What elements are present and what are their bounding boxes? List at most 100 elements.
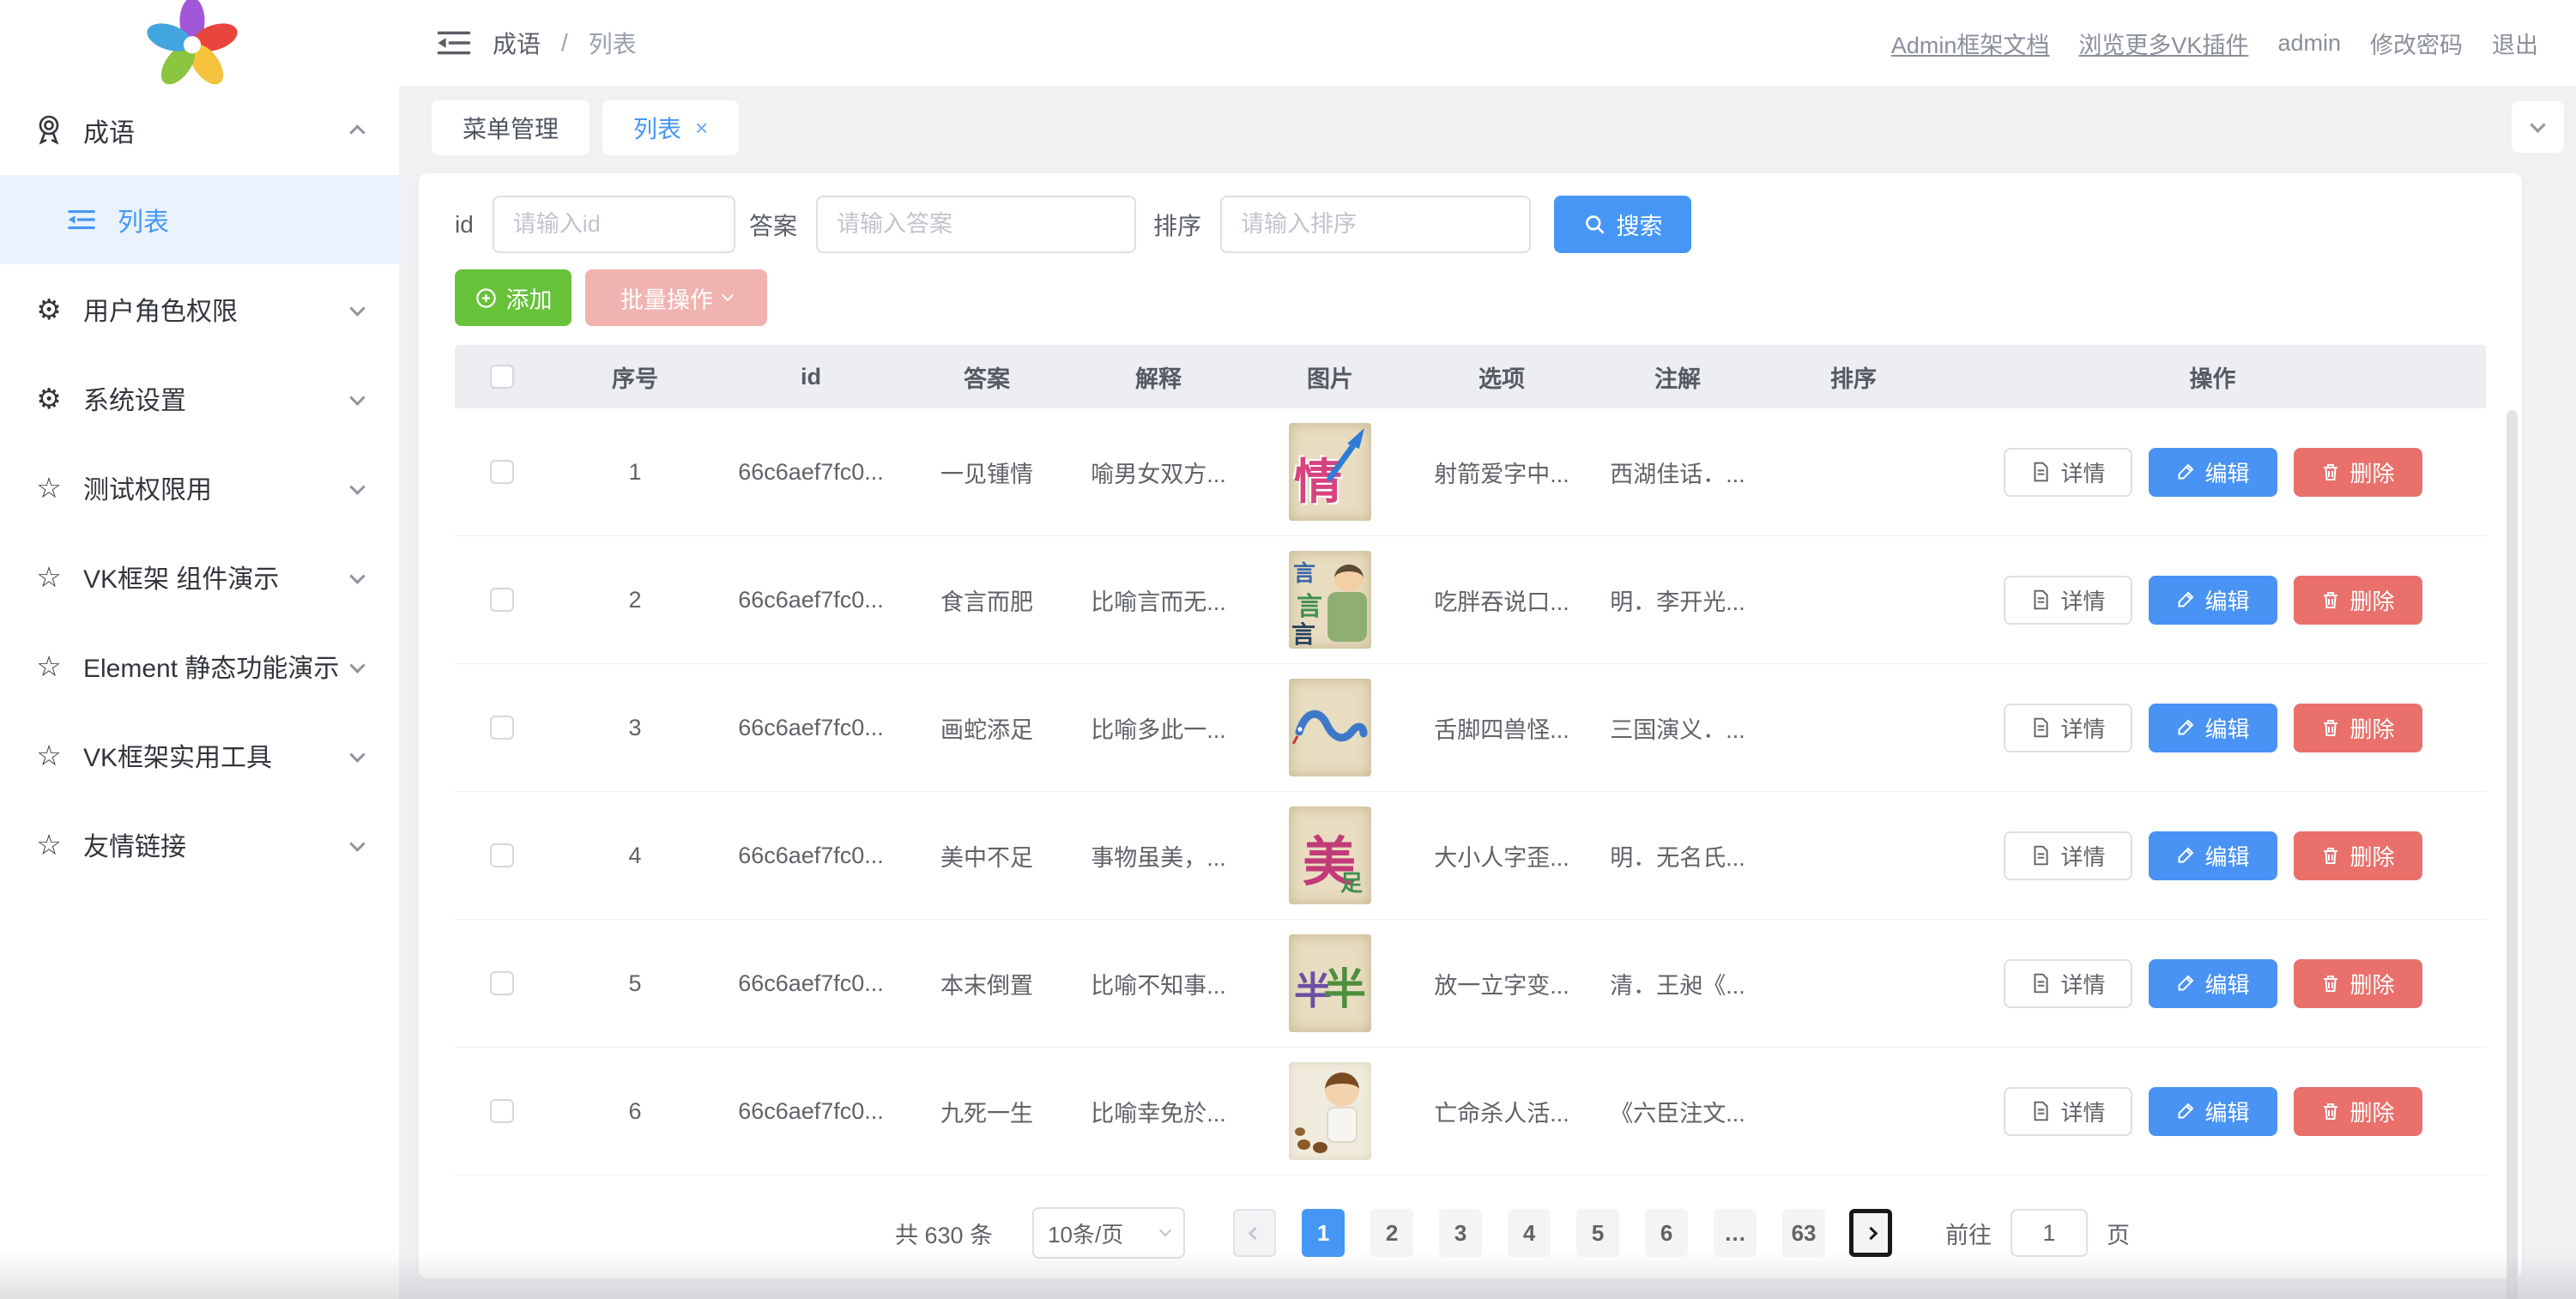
detail-button[interactable]: 详情 — [2004, 1087, 2132, 1136]
search-input-2[interactable] — [816, 196, 1136, 253]
delete-button[interactable]: 删除 — [2294, 1087, 2422, 1136]
add-button[interactable]: 添加 — [455, 269, 571, 326]
idiom-image[interactable]: 半半 — [1289, 934, 1371, 1032]
detail-button-label: 详情 — [2060, 1096, 2105, 1127]
column-header: 解释 — [1073, 360, 1244, 394]
page-button-6[interactable]: 6 — [1645, 1209, 1688, 1257]
sidebar-item-3[interactable]: ⚙系统设置 — [0, 353, 399, 443]
document-icon — [2029, 1100, 2052, 1122]
delete-button[interactable]: 删除 — [2294, 576, 2422, 625]
tab-dropdown-button[interactable] — [2512, 101, 2564, 153]
header-link-1[interactable]: Admin框架文档 — [1891, 27, 2050, 60]
detail-button[interactable]: 详情 — [2004, 704, 2132, 752]
detail-button-label: 详情 — [2060, 712, 2105, 744]
idiom-image[interactable]: 言言言 — [1289, 551, 1371, 649]
header-link-5[interactable]: 退出 — [2492, 27, 2538, 60]
cell-explain: 事物虽美，... — [1073, 839, 1244, 873]
app-logo-pinwheel-icon[interactable] — [144, 0, 240, 91]
idiom-image[interactable]: 情 — [1289, 423, 1371, 521]
sidebar-item-2[interactable]: ⚙用户角色权限 — [0, 264, 399, 353]
table-row-4: 466c6aef7fc0...美中不足事物虽美，...美足大小人字歪...明．无… — [455, 792, 2486, 920]
delete-button[interactable]: 删除 — [2294, 831, 2422, 880]
header-link-4[interactable]: 修改密码 — [2370, 27, 2463, 60]
table-row-6: 666c6aef7fc0...九死一生比喻幸免於...亡命杀人活...《六臣注文… — [455, 1048, 2486, 1175]
tab-close-icon[interactable]: × — [695, 117, 708, 139]
sidebar-item-4[interactable]: ☆测试权限用 — [0, 443, 399, 532]
detail-button[interactable]: 详情 — [2004, 831, 2132, 880]
delete-button[interactable]: 删除 — [2294, 448, 2422, 497]
page-button-2[interactable]: 2 — [1370, 1209, 1413, 1257]
cell-actions: 详情编辑 删除 — [1939, 959, 2486, 1008]
search-button[interactable]: 搜索 — [1554, 196, 1691, 253]
idiom-image[interactable] — [1289, 1062, 1371, 1160]
page-button-63[interactable]: 63 — [1782, 1209, 1825, 1257]
sidebar-item-7[interactable]: ☆VK框架实用工具 — [0, 710, 399, 800]
search-button-label: 搜索 — [1617, 208, 1663, 241]
cell-image: 半半 — [1244, 934, 1416, 1032]
detail-button[interactable]: 详情 — [2004, 448, 2132, 497]
search-field-group-3: 排序 — [1153, 196, 1531, 253]
next-page-button[interactable] — [1849, 1209, 1892, 1257]
detail-button-label: 详情 — [2060, 456, 2105, 488]
content-card: id答案排序 搜索 添加 批量操作 序号id答案解释图片选项注解排序操作 166… — [419, 173, 2522, 1278]
header-link-3[interactable]: admin — [2277, 30, 2341, 57]
row-checkbox[interactable] — [490, 716, 514, 740]
row-checkbox[interactable] — [490, 1099, 514, 1123]
tab-2[interactable]: 列表× — [602, 100, 739, 155]
row-checkbox-cell — [455, 588, 549, 612]
cell-id: 66c6aef7fc0... — [721, 587, 901, 613]
pencil-icon — [2175, 1101, 2196, 1121]
goto-page-input[interactable] — [2011, 1209, 2088, 1257]
select-all-checkbox[interactable] — [490, 365, 514, 389]
sidebar-item-1[interactable]: 成语 — [0, 86, 399, 175]
detail-button[interactable]: 详情 — [2004, 576, 2132, 625]
idiom-image[interactable]: 美足 — [1289, 807, 1371, 904]
cell-option: 放一立字变... — [1416, 967, 1587, 1000]
more-pages-button[interactable]: … — [1714, 1209, 1757, 1257]
search-field-label: 排序 — [1153, 208, 1201, 242]
idiom-image[interactable] — [1289, 679, 1371, 776]
row-checkbox[interactable] — [490, 843, 514, 867]
pagination-total: 共 630 条 — [895, 1217, 993, 1250]
cell-answer: 食言而肥 — [901, 583, 1073, 617]
page-button-5[interactable]: 5 — [1576, 1209, 1619, 1257]
detail-button[interactable]: 详情 — [2004, 959, 2132, 1008]
edit-button[interactable]: 编辑 — [2149, 704, 2277, 752]
header-link-2[interactable]: 浏览更多VK插件 — [2078, 27, 2248, 60]
delete-button[interactable]: 删除 — [2294, 959, 2422, 1008]
page-size-select[interactable]: 10条/页 — [1032, 1207, 1185, 1259]
edit-button[interactable]: 编辑 — [2149, 959, 2277, 1008]
table-scrollbar[interactable] — [2506, 410, 2518, 1299]
edit-button[interactable]: 编辑 — [2149, 1087, 2277, 1136]
search-input-3[interactable] — [1220, 196, 1531, 253]
prev-page-button[interactable] — [1233, 1209, 1276, 1257]
sidebar-subitem-1[interactable]: 列表 — [0, 175, 399, 264]
delete-button-label: 删除 — [2349, 968, 2394, 1000]
edit-button[interactable]: 编辑 — [2149, 576, 2277, 625]
edit-button[interactable]: 编辑 — [2149, 448, 2277, 497]
page-button-3[interactable]: 3 — [1439, 1209, 1482, 1257]
batch-button-label: 批量操作 — [620, 281, 713, 315]
sidebar-collapse-icon[interactable] — [436, 27, 472, 58]
chevron-down-icon — [1159, 1224, 1171, 1236]
batch-actions-button[interactable]: 批量操作 — [585, 269, 767, 326]
sidebar-item-8[interactable]: ☆友情链接 — [0, 800, 399, 889]
trash-icon — [2320, 973, 2341, 994]
row-checkbox[interactable] — [490, 971, 514, 995]
search-field-group-1: id — [455, 196, 735, 253]
row-checkbox[interactable] — [490, 460, 514, 484]
page-button-1[interactable]: 1 — [1302, 1209, 1345, 1257]
cell-seq: 5 — [549, 970, 721, 997]
search-input-1[interactable] — [493, 196, 735, 253]
page-button-4[interactable]: 4 — [1508, 1209, 1551, 1257]
cell-image: 情 — [1244, 423, 1416, 521]
edit-button[interactable]: 编辑 — [2149, 831, 2277, 880]
row-checkbox[interactable] — [490, 588, 514, 612]
chevron-down-icon — [352, 384, 363, 413]
cell-answer: 九死一生 — [901, 1095, 1073, 1128]
sidebar-item-6[interactable]: ☆Element 静态功能演示 — [0, 621, 399, 710]
tab-1[interactable]: 菜单管理 — [432, 100, 590, 155]
sidebar-item-5[interactable]: ☆VK框架 组件演示 — [0, 532, 399, 621]
delete-button[interactable]: 删除 — [2294, 704, 2422, 752]
cell-id: 66c6aef7fc0... — [721, 459, 901, 486]
